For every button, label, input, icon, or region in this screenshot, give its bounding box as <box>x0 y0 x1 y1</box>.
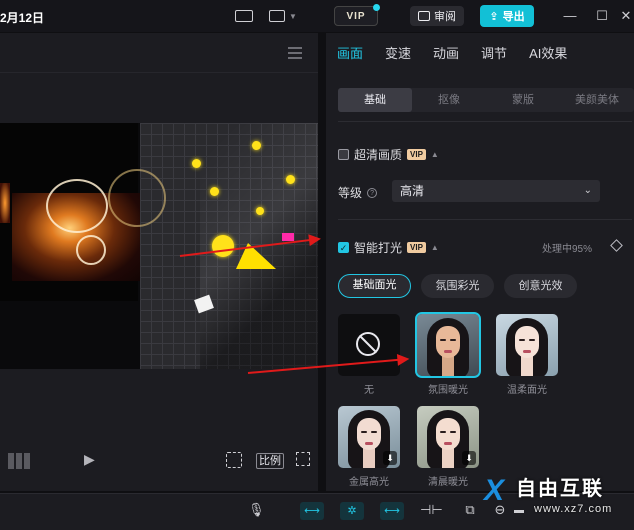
property-tabs: 画面 变速 动画 调节 AI效果 <box>326 33 634 73</box>
preset-label: 金属高光 <box>349 477 389 488</box>
preset-morning-warm[interactable]: ⬇ <box>417 406 479 468</box>
watermark-text: 自由互联 <box>516 478 604 500</box>
microphone-icon[interactable]: 🎙 <box>248 502 265 520</box>
keyframe-icon[interactable] <box>610 239 623 252</box>
subtab-basic[interactable]: 基础 <box>338 88 412 112</box>
menu-icon[interactable] <box>288 47 302 62</box>
help-icon[interactable]: ? <box>367 187 378 198</box>
subtab-cutout[interactable]: 抠像 <box>412 88 486 112</box>
preview-axis-icon[interactable]: ⟷ <box>380 502 404 520</box>
preset-warm-ambient[interactable] <box>415 312 481 378</box>
light-mode-ambient-color[interactable]: 氛围彩光 <box>421 274 494 298</box>
notification-dot <box>373 4 380 11</box>
link-icon[interactable]: ⟷ <box>300 502 324 520</box>
minimize-button[interactable]: — <box>562 8 578 23</box>
tab-ai-effects[interactable]: AI效果 <box>518 33 578 73</box>
subtab-beauty[interactable]: 美颜美体 <box>560 88 634 112</box>
light-ring <box>76 235 106 265</box>
magnet-icon[interactable]: ✲ <box>340 502 364 520</box>
divider <box>338 219 632 220</box>
hd-quality-label: 超清画质 <box>354 148 403 162</box>
player-header <box>0 33 318 73</box>
keyboard-icon <box>235 10 253 22</box>
fit-screen-icon[interactable] <box>226 452 242 468</box>
player-panel: ▶ 比例 <box>0 33 318 491</box>
layout-icon <box>269 10 286 22</box>
smart-lighting-label: 智能打光 <box>354 241 403 255</box>
export-button[interactable]: ⇪ 导出 <box>480 5 534 27</box>
title-bar: 2月12日 ▼ VIP 审阅 ⇪ 导出 — ☐ ✕ <box>0 0 634 32</box>
player-controls: ▶ 比例 <box>0 445 318 477</box>
video-preview[interactable] <box>0 123 318 369</box>
light-source-handle[interactable] <box>212 235 234 257</box>
maximize-button[interactable]: ☐ <box>594 8 610 24</box>
vip-badge: VIP <box>407 149 426 160</box>
keyboard-shortcuts-button[interactable] <box>234 7 254 25</box>
light-point[interactable] <box>252 141 261 150</box>
download-icon[interactable]: ⬇ <box>383 451 397 465</box>
light-mode-basic[interactable]: 基础面光 <box>338 274 411 298</box>
light-point[interactable] <box>256 207 264 215</box>
picture-subtabs: 基础 抠像 蒙版 美颜美体 <box>338 88 634 112</box>
review-label: 审阅 <box>434 11 456 23</box>
close-button[interactable]: ✕ <box>618 8 634 24</box>
preset-label: 清晨暖光 <box>428 477 468 488</box>
preset-label: 温柔面光 <box>507 385 547 396</box>
preset-none[interactable] <box>338 314 400 376</box>
hd-quality-checkbox[interactable] <box>338 149 349 160</box>
screenshot-icon[interactable]: ⧉ <box>462 502 478 520</box>
watermark: X 自由互联 www.xz7.com <box>480 470 634 530</box>
light-ring <box>108 169 166 227</box>
chevron-down-icon: ⌄ <box>583 185 592 196</box>
vip-badge: VIP <box>407 242 426 253</box>
fullscreen-icon[interactable] <box>296 452 310 466</box>
light-mode-creative[interactable]: 创意光效 <box>504 274 577 298</box>
preset-soft-face[interactable] <box>496 314 558 376</box>
vip-button[interactable]: VIP <box>334 4 380 26</box>
level-label: 等级 <box>338 186 363 200</box>
preset-metal-highlight[interactable]: ⬇ <box>338 406 400 468</box>
level-row: 等级 ? <box>338 184 378 201</box>
processing-status: 处理中95% <box>542 244 593 255</box>
review-button[interactable]: 审阅 <box>410 6 464 26</box>
level-value: 高清 <box>400 184 425 198</box>
divider <box>338 121 632 122</box>
play-icon[interactable]: ▶ <box>84 451 95 468</box>
tab-picture[interactable]: 画面 <box>326 33 374 73</box>
watermark-logo: X <box>484 474 505 507</box>
subtab-mask[interactable]: 蒙版 <box>486 88 560 112</box>
smart-lighting-row: ✓ 智能打光 VIP ▲ <box>338 239 439 256</box>
preset-label: 无 <box>364 385 374 396</box>
download-icon[interactable]: ⬇ <box>462 451 476 465</box>
level-select[interactable]: 高清 ⌄ <box>392 180 600 202</box>
chevron-up-icon[interactable]: ▲ <box>431 150 439 159</box>
tab-animation[interactable]: 动画 <box>422 33 470 73</box>
tab-speed[interactable]: 变速 <box>374 33 422 73</box>
properties-panel: 画面 变速 动画 调节 AI效果 基础 抠像 蒙版 美颜美体 超清画质 VIP … <box>326 33 634 491</box>
vip-label: VIP <box>346 10 366 22</box>
light-point[interactable] <box>210 187 219 196</box>
review-icon <box>418 11 430 21</box>
light-point[interactable] <box>286 175 295 184</box>
chevron-up-icon[interactable]: ▲ <box>431 243 439 252</box>
layout-button[interactable]: ▼ <box>268 7 298 25</box>
split-icon[interactable]: ⊣⊢ <box>420 502 443 520</box>
preset-label: 氛围暖光 <box>428 385 468 396</box>
export-label: 导出 <box>502 11 525 23</box>
project-date: 2月12日 <box>0 11 45 25</box>
light-ring <box>46 179 108 233</box>
prohibited-icon <box>356 332 380 356</box>
upload-icon: ⇪ <box>489 10 499 23</box>
light-point[interactable] <box>192 159 201 168</box>
watermark-url: www.xz7.com <box>534 503 613 515</box>
ratio-button[interactable]: 比例 <box>256 453 284 469</box>
smart-lighting-checkbox[interactable]: ✓ <box>338 242 349 253</box>
hd-quality-row: 超清画质 VIP ▲ <box>338 146 439 163</box>
lamp-handle[interactable] <box>282 233 294 241</box>
chevron-down-icon: ▼ <box>289 11 297 21</box>
tab-adjust[interactable]: 调节 <box>470 33 518 73</box>
timeline-grid-icon[interactable] <box>8 453 30 469</box>
